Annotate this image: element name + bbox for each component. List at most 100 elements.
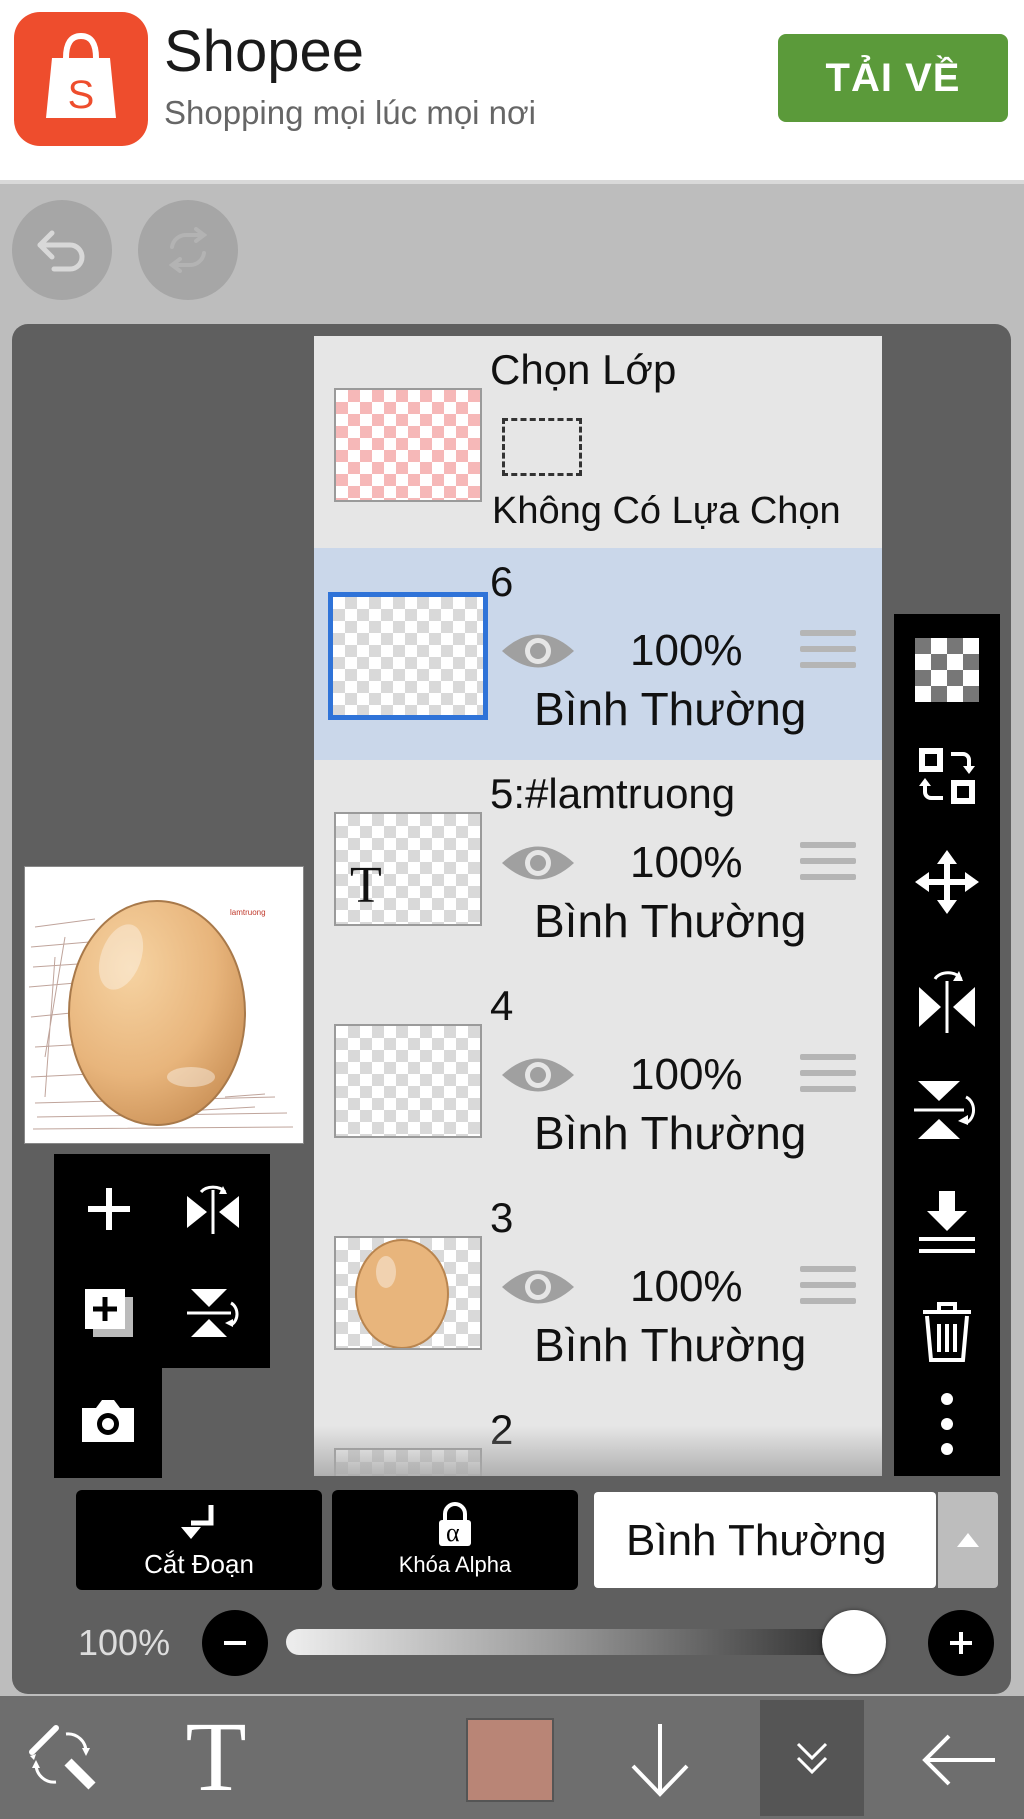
- selection-status: Không Có Lựa Chọn: [492, 490, 841, 532]
- opacity-increase-button[interactable]: [928, 1610, 994, 1676]
- drag-handle-icon[interactable]: [800, 1266, 856, 1314]
- layer-swap-button[interactable]: [894, 726, 1000, 826]
- layer-row[interactable]: 4 100% Bình Thường: [314, 972, 882, 1187]
- ad-download-button[interactable]: TẢI VỀ: [778, 34, 1008, 122]
- opacity-slider-handle[interactable]: [822, 1610, 886, 1674]
- camera-icon: [78, 1396, 138, 1446]
- drag-handle-icon[interactable]: [800, 630, 856, 678]
- layer-thumbnail: [334, 1236, 482, 1350]
- opacity-decrease-button[interactable]: [202, 1610, 268, 1676]
- blend-mode-dropdown-button[interactable]: [938, 1492, 998, 1588]
- more-options-button[interactable]: [894, 1374, 1000, 1474]
- top-toolbar: [0, 184, 1024, 324]
- duplicate-layer-button[interactable]: [74, 1278, 144, 1348]
- layer-blend-mode: Bình Thường: [534, 683, 807, 735]
- flip-vertical-button[interactable]: [178, 1278, 248, 1348]
- move-button[interactable]: [894, 832, 1000, 932]
- selection-layer-title: Chọn Lớp: [490, 346, 677, 393]
- svg-text:S: S: [68, 73, 95, 117]
- merge-down-button[interactable]: [894, 1172, 1000, 1272]
- flip-horizontal-icon: [183, 1182, 243, 1236]
- layer-swap-icon: [915, 744, 979, 808]
- left-layer-tools: [54, 1154, 270, 1368]
- camera-tool-block: [54, 1368, 162, 1478]
- flip-vertical-icon: [912, 1075, 982, 1145]
- minus-icon: [220, 1628, 250, 1658]
- move-icon: [915, 850, 979, 914]
- ad-banner[interactable]: S Shopee Shopping mọi lúc mọi nơi TẢI VỀ: [0, 0, 1024, 184]
- flip-horizontal-button[interactable]: [894, 948, 1000, 1048]
- alpha-lock-button[interactable]: α Khóa Alpha: [332, 1490, 578, 1590]
- flip-horizontal-button[interactable]: [178, 1174, 248, 1244]
- selection-layer-row[interactable]: Chọn Lớp Không Có Lựa Chọn: [314, 336, 882, 551]
- redo-button[interactable]: [138, 200, 238, 300]
- bottom-toolbar: T: [0, 1696, 1024, 1819]
- shopee-logo-icon[interactable]: S: [14, 12, 148, 146]
- eye-icon[interactable]: [500, 838, 576, 888]
- layer-opacity: 100%: [630, 626, 743, 675]
- eye-icon[interactable]: [500, 626, 576, 676]
- selection-marquee-icon: [502, 418, 582, 476]
- layer-blend-mode: Bình Thường: [534, 1107, 807, 1159]
- caret-up-icon: [955, 1531, 981, 1549]
- layer-blend-mode: Bình Thường: [534, 895, 807, 947]
- trash-icon: [919, 1300, 975, 1364]
- layer-row[interactable]: T 5:#lamtruong 100% Bình Thường: [314, 760, 882, 975]
- brush-eraser-swap-button[interactable]: [20, 1716, 104, 1800]
- ad-title[interactable]: Shopee: [164, 18, 364, 85]
- color-swatch-fill: [468, 1720, 552, 1800]
- undo-button[interactable]: [12, 200, 112, 300]
- eye-icon[interactable]: [500, 1050, 576, 1100]
- duplicate-layer-icon: [81, 1285, 137, 1341]
- layer-list[interactable]: Chọn Lớp Không Có Lựa Chọn 6 100% Bình T…: [314, 336, 882, 1476]
- clipping-label: Cắt Đoạn: [144, 1548, 254, 1579]
- layer-row[interactable]: 3 100% Bình Thường: [314, 1184, 882, 1399]
- blend-mode-value: Bình Thường: [626, 1516, 887, 1565]
- layer-name: 3: [490, 1194, 514, 1241]
- transparency-button[interactable]: [894, 620, 1000, 720]
- delete-layer-button[interactable]: [894, 1282, 1000, 1382]
- alpha-lock-label: Khóa Alpha: [398, 1552, 512, 1577]
- layer-name: 5:#lamtruong: [490, 770, 736, 817]
- download-icon: [625, 1720, 695, 1800]
- opacity-slider[interactable]: [286, 1629, 886, 1655]
- right-layer-tools: [894, 614, 1000, 1476]
- flip-vertical-button[interactable]: [894, 1060, 1000, 1160]
- redo-icon: [158, 225, 218, 275]
- plus-icon: [946, 1628, 976, 1658]
- back-arrow-icon: [919, 1730, 999, 1790]
- eye-icon[interactable]: [500, 1262, 576, 1312]
- add-layer-button[interactable]: [74, 1174, 144, 1244]
- text-tool-button[interactable]: T: [166, 1701, 266, 1812]
- layer-opacity: 100%: [630, 838, 743, 887]
- clip-arrow-icon: [179, 1501, 219, 1545]
- more-icon: [937, 1389, 957, 1459]
- layer-name: 4: [490, 982, 514, 1029]
- flip-horizontal-icon: [915, 963, 979, 1033]
- collapse-panel-button[interactable]: [760, 1700, 864, 1816]
- color-swatch[interactable]: [466, 1718, 554, 1802]
- alpha-symbol: α: [446, 1518, 460, 1547]
- layer-row[interactable]: 6 100% Bình Thường: [314, 548, 882, 763]
- preview-caption: lamtruong: [230, 908, 266, 917]
- add-layer-icon: [84, 1184, 134, 1234]
- lock-icon: α: [435, 1502, 475, 1548]
- drag-handle-icon[interactable]: [800, 842, 856, 890]
- layer-thumbnail: T: [334, 812, 482, 926]
- download-button[interactable]: [620, 1718, 700, 1802]
- back-button[interactable]: [916, 1718, 1002, 1802]
- drag-handle-icon[interactable]: [800, 1054, 856, 1102]
- list-fade: [314, 1426, 882, 1476]
- canvas-preview[interactable]: lamtruong: [24, 866, 304, 1144]
- layer-name: 6: [490, 558, 514, 605]
- transparency-icon: [915, 638, 979, 702]
- layer-opacity: 100%: [630, 1262, 743, 1311]
- collapse-icon: [792, 1738, 832, 1778]
- layer-thumbnail: [334, 1024, 482, 1138]
- opacity-label: 100%: [78, 1622, 171, 1663]
- selection-layer-thumbnail: [334, 388, 482, 502]
- clipping-button[interactable]: Cắt Đoạn: [76, 1490, 322, 1590]
- layer-opacity: 100%: [630, 1050, 743, 1099]
- camera-button[interactable]: [70, 1386, 146, 1456]
- text-tool-icon: T: [185, 1700, 247, 1812]
